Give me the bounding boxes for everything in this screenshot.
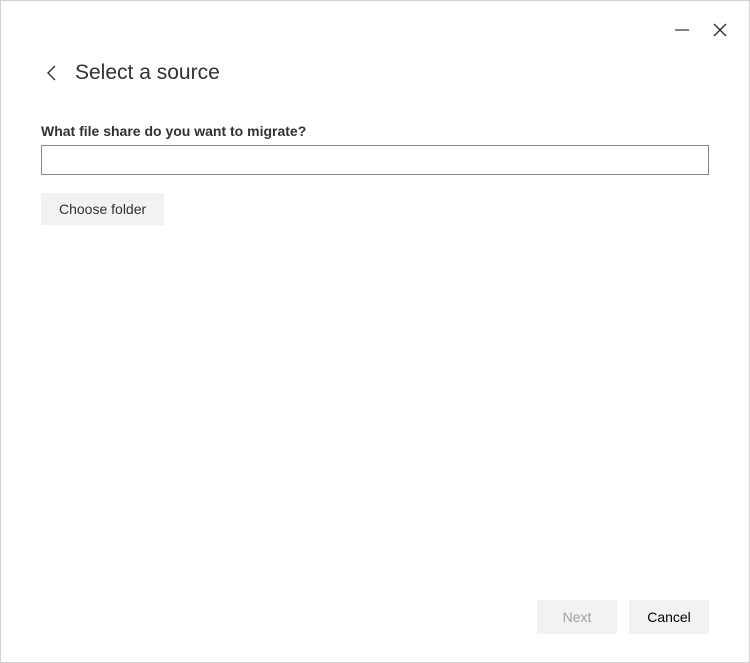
minimize-icon [674,22,690,38]
window-controls [671,19,731,41]
chevron-left-icon [45,64,59,82]
close-icon [712,22,728,38]
cancel-button[interactable]: Cancel [629,600,709,634]
page-title: Select a source [75,61,220,85]
header: Select a source [1,1,749,85]
back-button[interactable] [41,62,63,84]
choose-folder-button[interactable]: Choose folder [41,193,164,225]
file-share-label: What file share do you want to migrate? [41,123,709,139]
minimize-button[interactable] [671,19,693,41]
close-button[interactable] [709,19,731,41]
file-share-input[interactable] [41,145,709,175]
next-button[interactable]: Next [537,600,617,634]
footer: Next Cancel [537,600,709,634]
content-area: What file share do you want to migrate? … [1,85,749,225]
